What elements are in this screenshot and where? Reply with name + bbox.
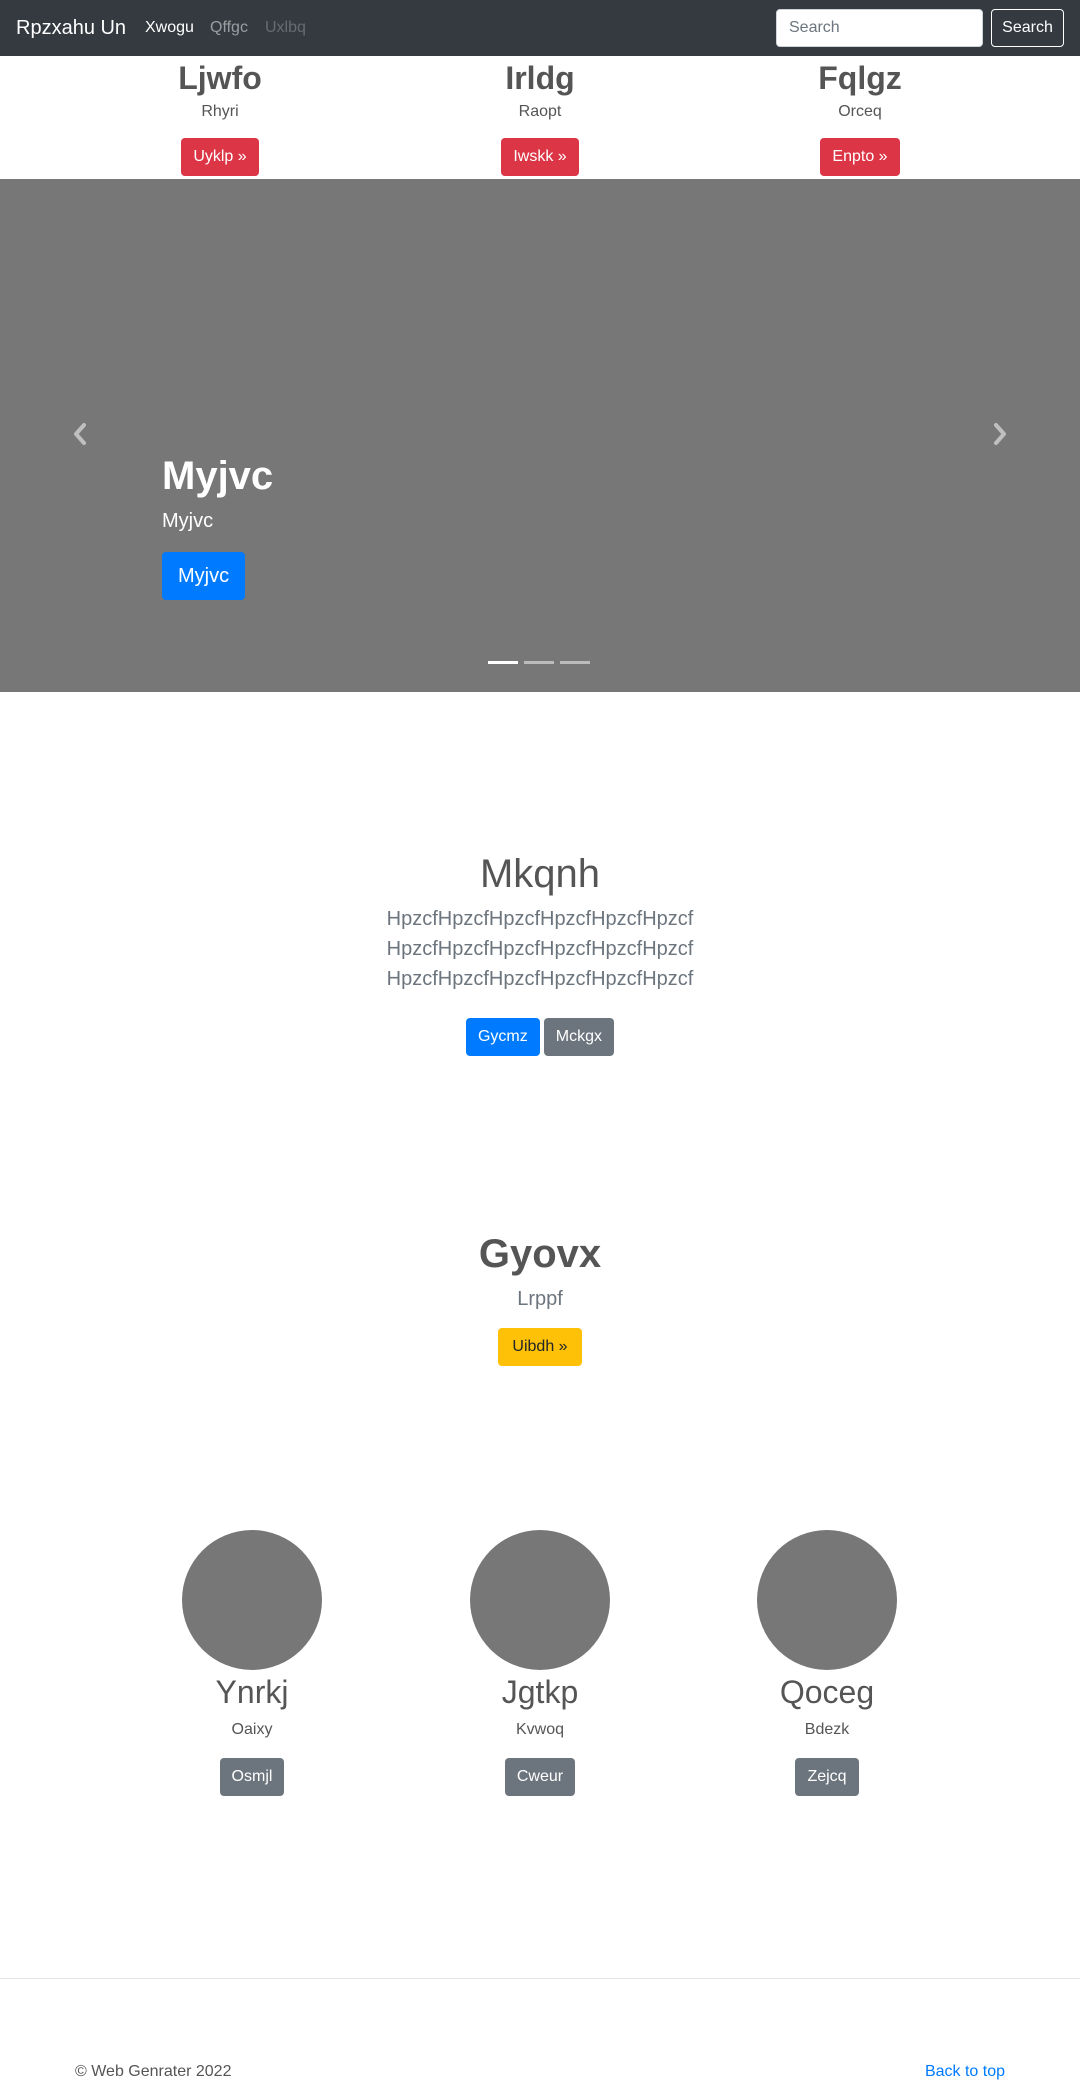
top-column-title: Ljwfo xyxy=(178,60,262,96)
top-column-3: Fqlgz Orceq Enpto » xyxy=(760,56,960,176)
nav-link-home[interactable]: Xwogu xyxy=(145,16,194,40)
nav-link-2[interactable]: Qffgc xyxy=(210,16,248,40)
search-button[interactable]: Search xyxy=(991,9,1064,47)
feature-section: Gyovx Lrppf Uibdh » xyxy=(0,1230,1080,1366)
top-column-text: Rhyri xyxy=(201,103,239,120)
circle-column-text: Kvwoq xyxy=(515,1721,565,1738)
circle-column-button[interactable]: Cweur xyxy=(504,1758,576,1796)
top-column-title: Irldg xyxy=(505,60,575,96)
circle-column-text: Oaixy xyxy=(231,1721,273,1738)
top-column-text: Raopt xyxy=(518,103,562,120)
nav-link-disabled: Uxlbq xyxy=(265,19,306,36)
jumbotron-lead: HpzcfHpzcfHpzcfHpzcfHpzcfHpzcf HpzcfHpzc… xyxy=(386,908,694,990)
top-column-1: Ljwfo Rhyri Uyklp » xyxy=(120,56,320,176)
circle-column-button[interactable]: Zejcq xyxy=(795,1758,859,1796)
hero-carousel: Myjvc Myjvc Myjvc xyxy=(0,179,1080,692)
top-column-button[interactable]: Uyklp » xyxy=(181,138,259,176)
feature-text: Lrppf xyxy=(517,1288,563,1310)
back-to-top-link[interactable]: Back to top xyxy=(925,2060,1005,2084)
top-column-button[interactable]: Enpto » xyxy=(820,138,900,176)
jumbotron-title: Mkqnh xyxy=(479,852,601,896)
chevron-right-icon[interactable] xyxy=(990,419,1010,449)
carousel-indicator-3[interactable] xyxy=(560,661,590,664)
circle-column-2: Jgtkp Kvwoq Cweur xyxy=(430,1530,650,1796)
feature-button[interactable]: Uibdh » xyxy=(498,1328,582,1366)
circle-column-text: Bdezk xyxy=(804,1721,850,1738)
circle-image-placeholder xyxy=(757,1530,897,1670)
chevron-left-icon[interactable] xyxy=(70,419,90,449)
circle-image-placeholder xyxy=(470,1530,610,1670)
footer-copyright: © Web Genrater 2022 xyxy=(75,2063,232,2080)
circle-column-title: Jgtkp xyxy=(501,1674,579,1710)
top-column-2: Irldg Raopt Iwskk » xyxy=(440,56,640,176)
footer-divider xyxy=(0,1978,1080,1979)
circle-column-title: Ynrkj xyxy=(215,1674,289,1710)
jumbotron: Mkqnh HpzcfHpzcfHpzcfHpzcfHpzcfHpzcf Hpz… xyxy=(0,850,1080,1056)
carousel-indicator-2[interactable] xyxy=(524,661,554,664)
carousel-subtitle: Myjvc xyxy=(162,510,214,532)
top-navbar: Rpzxahu Un Xwogu Qffgc Uxlbq Search xyxy=(0,0,1080,56)
circle-column-title: Qoceg xyxy=(779,1674,875,1710)
carousel-button[interactable]: Myjvc xyxy=(162,552,246,600)
carousel-caption: Myjvc Myjvc Myjvc xyxy=(162,452,273,600)
circle-image-placeholder xyxy=(182,1530,322,1670)
top-column-text: Orceq xyxy=(838,103,882,120)
navbar-brand[interactable]: Rpzxahu Un xyxy=(16,14,126,42)
top-column-title: Fqlgz xyxy=(818,60,902,96)
carousel-title: Myjvc xyxy=(162,454,274,498)
circle-column-1: Ynrkj Oaixy Osmjl xyxy=(142,1530,362,1796)
carousel-indicators xyxy=(488,661,590,664)
jumbotron-secondary-button[interactable]: Mckgx xyxy=(543,1018,614,1056)
jumbotron-primary-button[interactable]: Gycmz xyxy=(465,1018,540,1056)
search-input[interactable] xyxy=(776,9,983,47)
carousel-indicator-1[interactable] xyxy=(488,661,518,664)
top-column-button[interactable]: Iwskk » xyxy=(501,138,579,176)
circle-column-3: Qoceg Bdezk Zejcq xyxy=(717,1530,937,1796)
circle-column-button[interactable]: Osmjl xyxy=(219,1758,285,1796)
feature-title: Gyovx xyxy=(478,1232,602,1276)
